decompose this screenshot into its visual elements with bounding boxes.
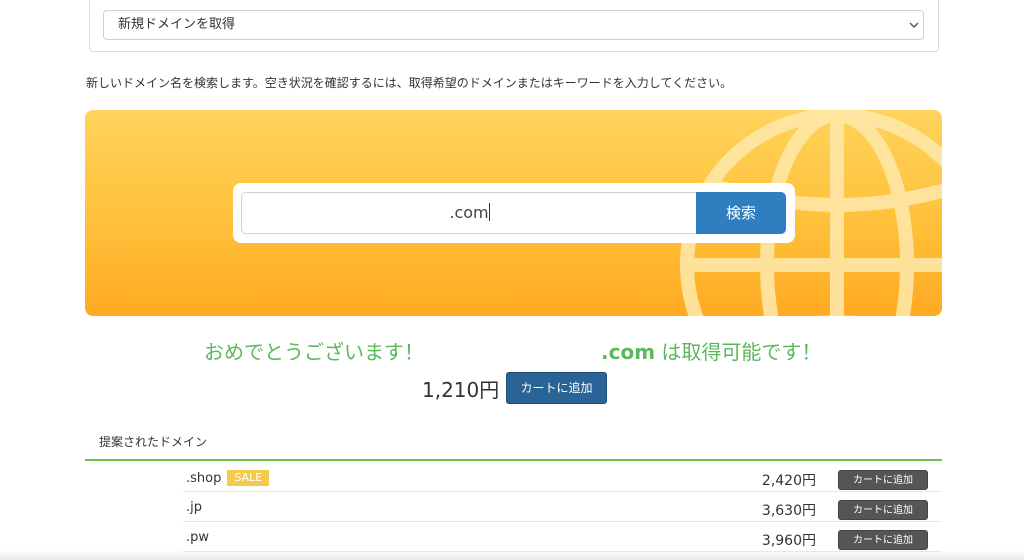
suggestion-domain: .shop SALE (186, 470, 270, 486)
search-box: .com 検索 (233, 183, 795, 243)
result-price-row: 1,210円 カートに追加 (0, 372, 1024, 406)
suggestion-domain-name: .shop (186, 471, 222, 486)
suggestions-title: 提案されたドメイン (99, 435, 208, 449)
text-caret (488, 203, 490, 221)
bottom-shadow (0, 550, 1024, 560)
sale-badge: SALE (227, 470, 270, 486)
suggestion-add-to-cart-button[interactable]: カートに追加 (838, 500, 928, 520)
suggestion-price: 2,420円 (761, 473, 816, 489)
suggestion-domain: .pw (186, 530, 210, 545)
intro-text: 新しいドメイン名を検索します。空き状況を確認するには、取得希望のドメインまたはキ… (86, 76, 733, 90)
suggestion-price: 3,630円 (761, 503, 816, 519)
add-to-cart-button[interactable]: カートに追加 (506, 372, 607, 404)
domain-search-input[interactable]: .com (241, 192, 697, 234)
suggestion-domain: .jp (186, 500, 202, 515)
result-price: 1,210円 (422, 378, 500, 402)
domain-action-select-value: 新規ドメインを取得 (118, 17, 236, 32)
suggestion-row: .pw 3,960円 カートに追加 (183, 522, 942, 552)
chevron-down-icon (909, 22, 919, 28)
result-domain: .com (601, 340, 656, 364)
search-button[interactable]: 検索 (696, 192, 786, 234)
domain-search-input-value: .com (449, 203, 489, 222)
suggestion-row: .shop SALE 2,420円 カートに追加 (183, 462, 942, 492)
domain-action-select[interactable]: 新規ドメインを取得 (103, 10, 924, 40)
available-message: は取得可能です！ (661, 340, 822, 364)
congrats-text: おめでとうございます！ (204, 340, 424, 364)
suggestion-add-to-cart-button[interactable]: カートに追加 (838, 470, 928, 490)
domain-action-panel: 新規ドメインを取得 (89, 0, 939, 52)
suggestion-add-to-cart-button[interactable]: カートに追加 (838, 530, 928, 550)
suggestions-divider (85, 459, 942, 461)
suggestion-price: 3,960円 (761, 533, 816, 549)
suggestion-row: .jp 3,630円 カートに追加 (183, 492, 942, 522)
availability-text: .com は取得可能です！ (601, 336, 821, 365)
availability-result: おめでとうございます！ .com は取得可能です！ (0, 336, 1024, 364)
